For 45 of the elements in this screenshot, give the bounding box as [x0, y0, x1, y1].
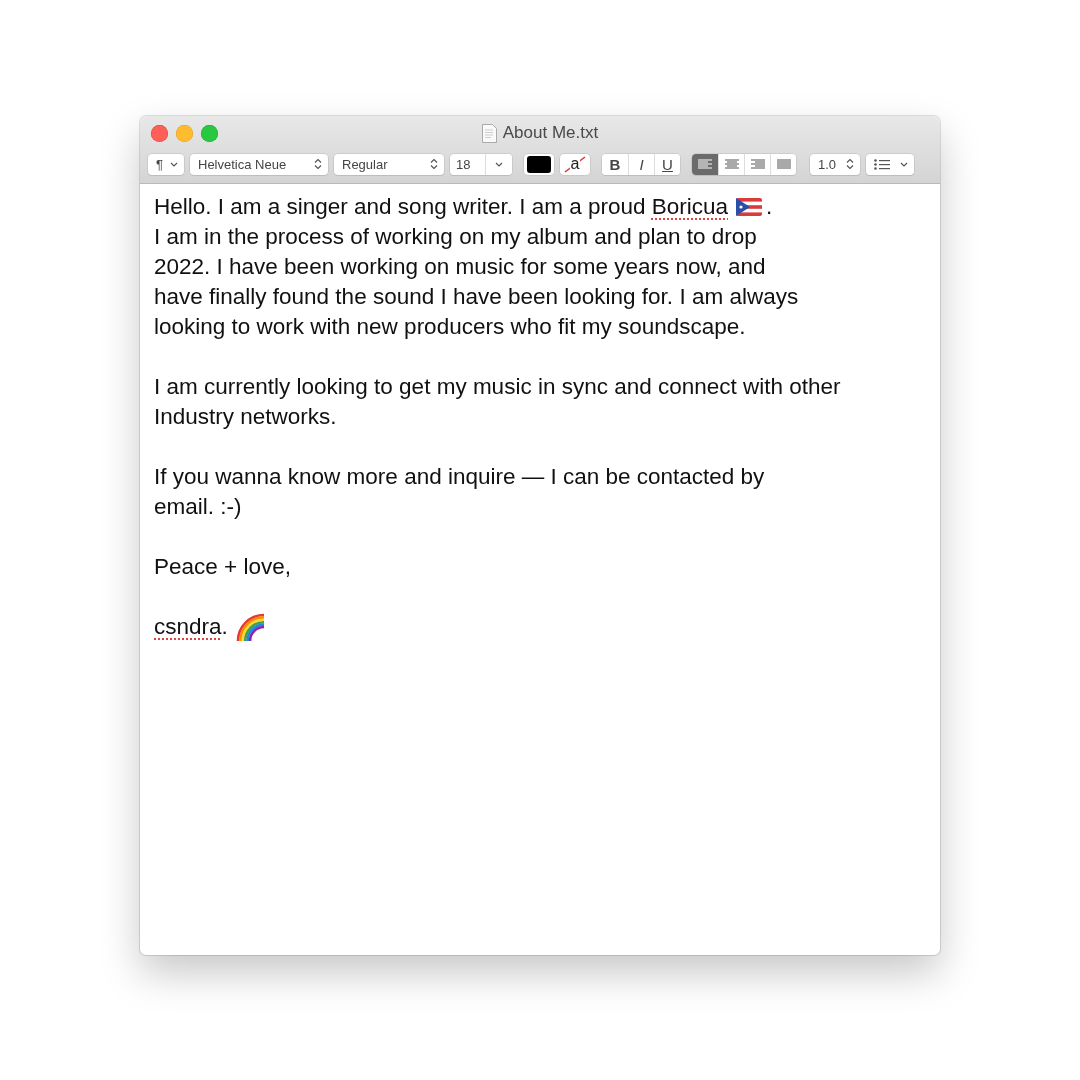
rainbow-icon	[235, 613, 266, 641]
stepper-arrows-icon	[314, 158, 322, 170]
align-left-button[interactable]	[692, 153, 718, 175]
line-spacing-popup[interactable]: 1.0	[810, 153, 860, 175]
text-line: I am currently looking to get my music in sync and connect with other	[154, 373, 841, 401]
bold-button[interactable]: B	[602, 153, 628, 175]
stepper-arrows-icon	[430, 158, 438, 170]
stepper-arrows-icon	[846, 158, 854, 170]
zoom-button[interactable]	[201, 124, 218, 142]
text-line: looking to work with new producers who fit my soundscape.	[154, 313, 746, 341]
align-center-icon	[724, 158, 739, 170]
italic-button[interactable]: I	[628, 153, 654, 175]
text-line: Hello. I am a singer and song writer. I am a proud Boricua	[154, 193, 729, 221]
text-color-well[interactable]	[524, 153, 554, 175]
chevron-down-icon	[495, 161, 503, 167]
text-line: I am in the process of working on my album and plan to drop	[154, 223, 757, 251]
align-justify-button[interactable]	[770, 153, 796, 175]
font-style-popup[interactable]: Regular	[334, 153, 444, 175]
flag-icon	[736, 198, 763, 216]
close-button[interactable]	[151, 124, 168, 142]
text-line: Industry networks.	[154, 403, 337, 431]
text-line: have finally found the sound I have been looking for. I am always	[154, 283, 799, 311]
text-line: If you wanna know more and inquire — I can be contacted by	[154, 463, 765, 491]
chevron-down-icon	[900, 161, 908, 167]
text-line: Peace + love,	[154, 553, 291, 581]
list-style-popup[interactable]	[866, 153, 914, 175]
background-color-well[interactable]: a	[560, 153, 590, 175]
underline-button[interactable]: U	[654, 153, 680, 175]
align-right-button[interactable]	[744, 153, 770, 175]
font-family-popup[interactable]: Helvetica Neue	[190, 153, 328, 175]
list-icon	[874, 158, 890, 170]
minimize-button[interactable]	[176, 124, 193, 142]
align-justify-icon	[776, 158, 791, 170]
align-left-icon	[698, 158, 712, 170]
font-size-combo[interactable]: 18	[450, 153, 512, 175]
text-line: 2022. I have been working on music for some years now, and	[154, 253, 766, 281]
paragraph-style-popup[interactable]: ¶	[148, 153, 184, 175]
align-right-icon	[750, 158, 765, 170]
text-line: email. :-)	[154, 493, 242, 521]
text-line: csndra.	[154, 613, 228, 641]
document-icon	[481, 123, 497, 143]
text-line: .	[766, 193, 773, 221]
window-title: About Me.txt	[502, 123, 599, 143]
chevron-down-icon	[170, 161, 178, 167]
align-center-button[interactable]	[718, 153, 744, 175]
